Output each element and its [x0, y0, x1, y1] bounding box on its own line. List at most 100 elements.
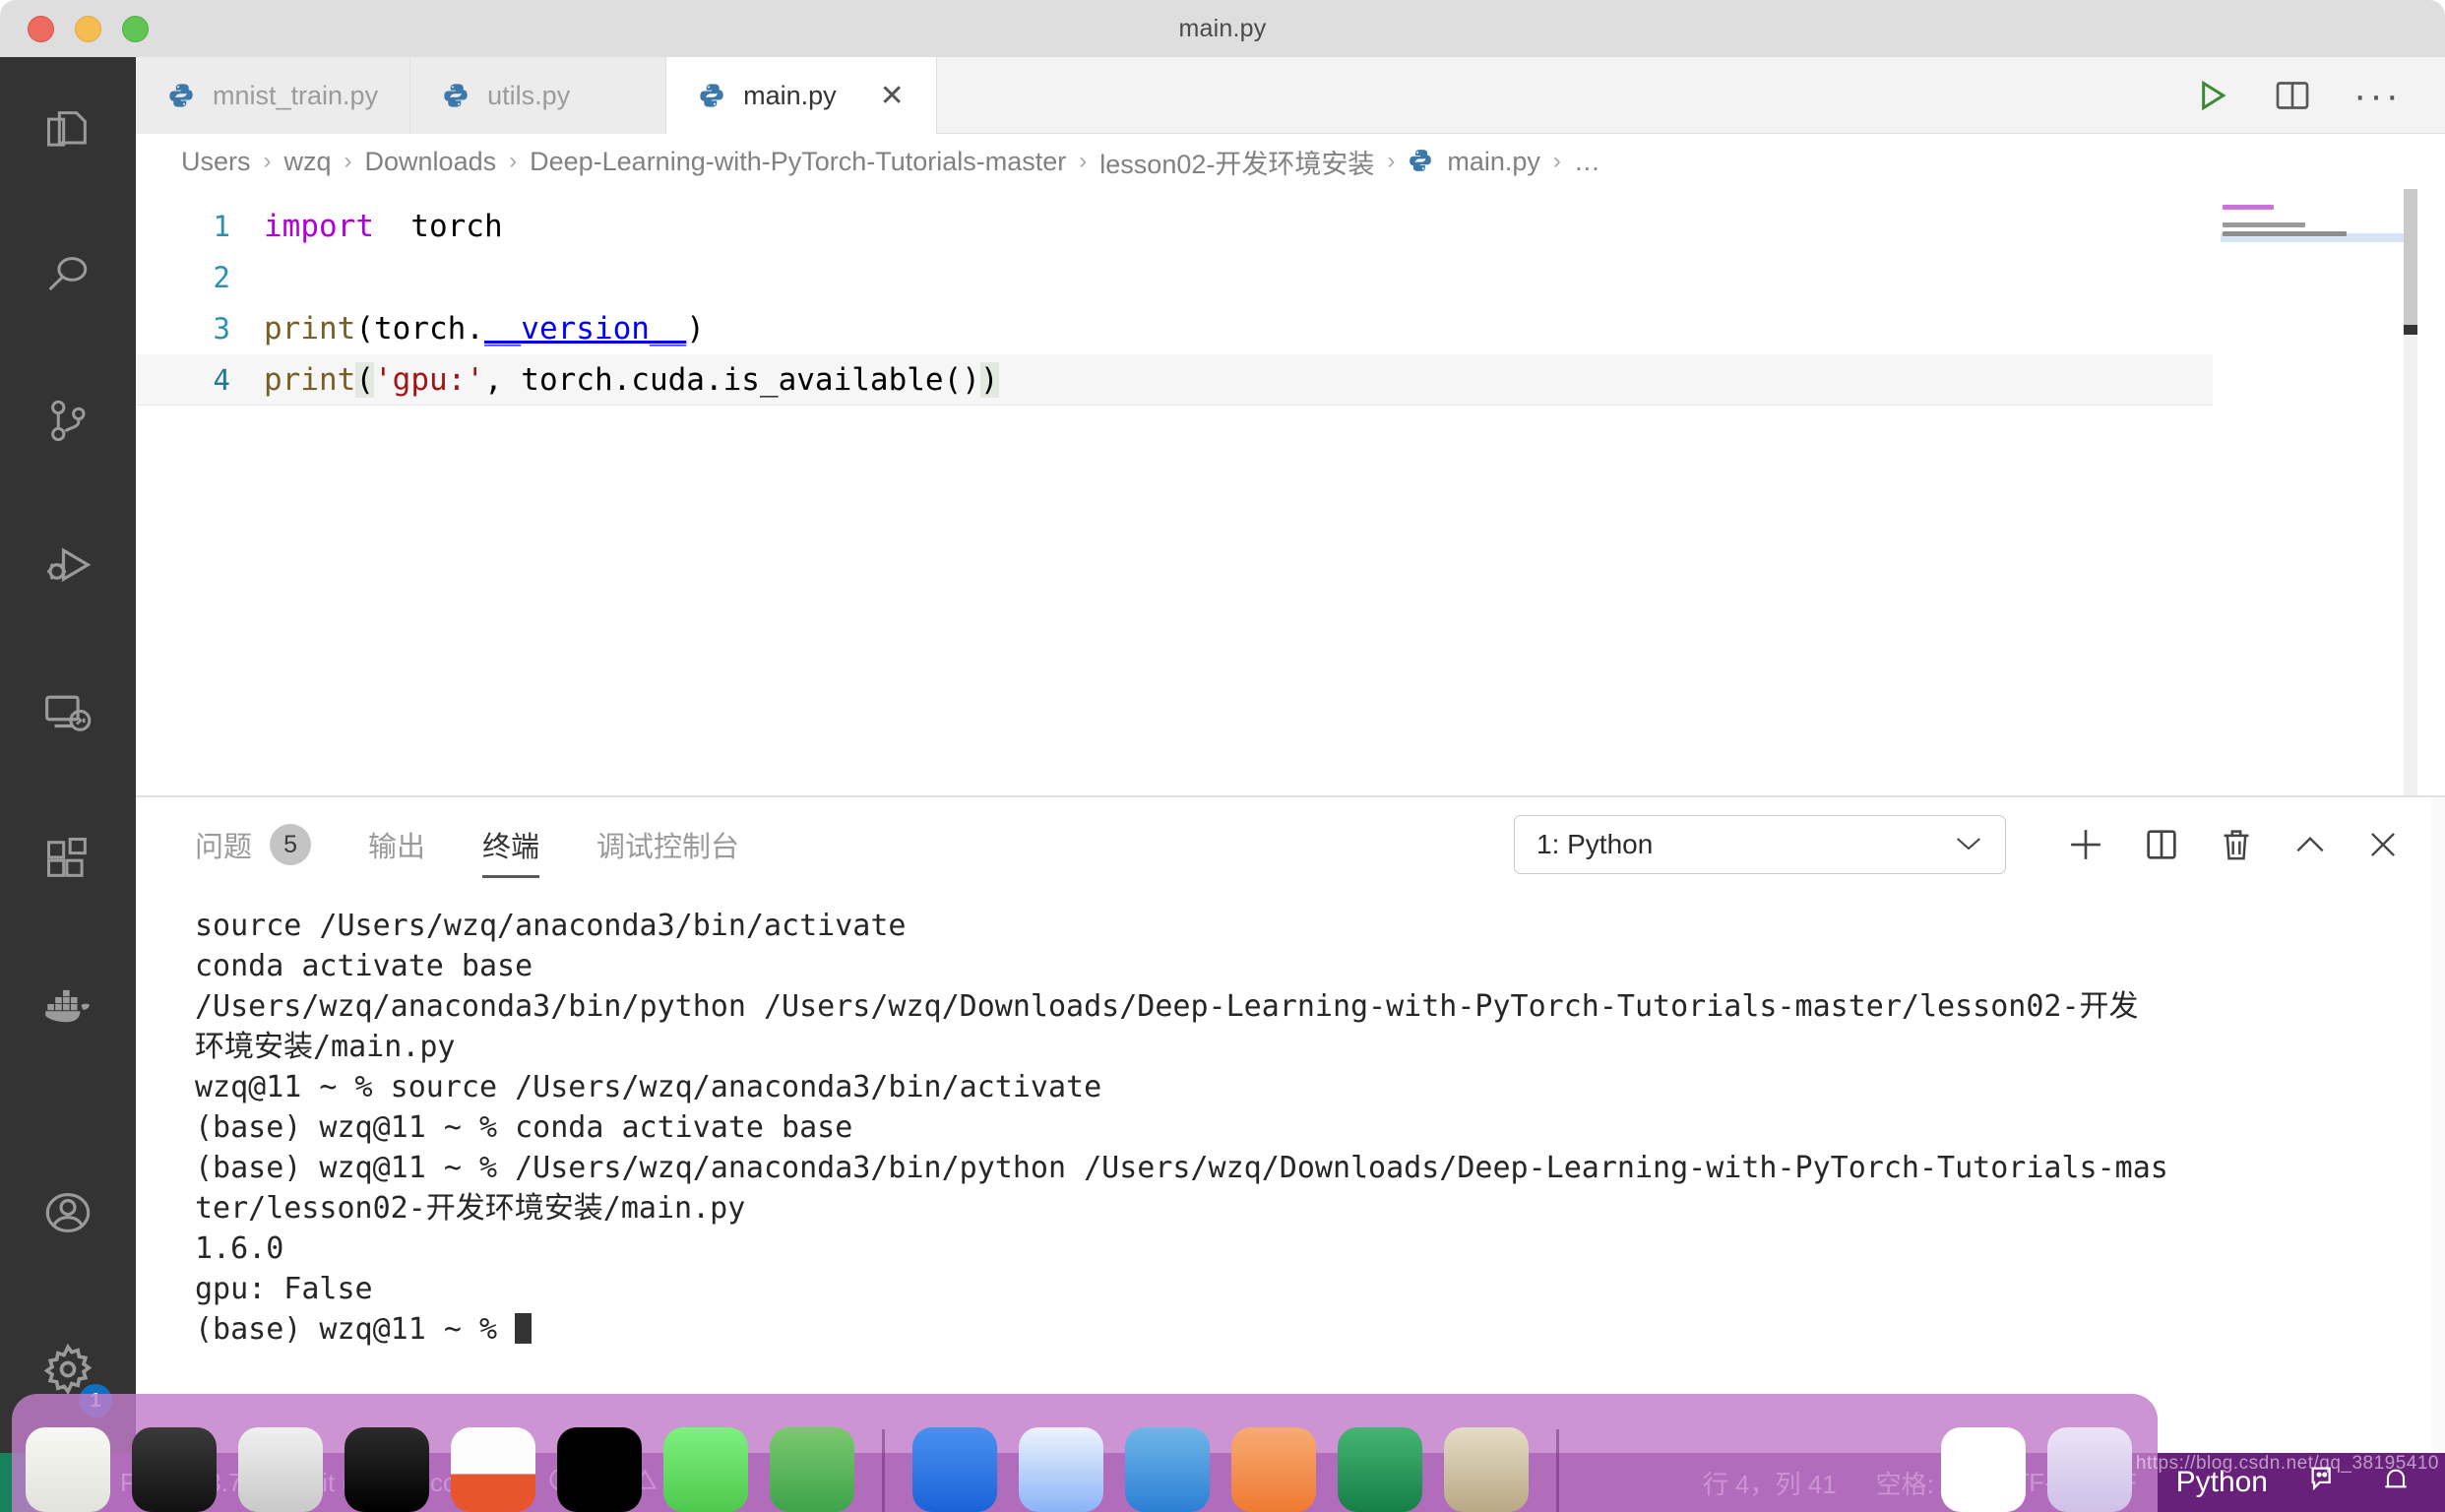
terminal-line: 1.6.0 [195, 1231, 284, 1266]
breadcrumb-separator: › [1079, 148, 1088, 174]
tab-main-py[interactable]: main.py ✕ [666, 57, 937, 134]
sidebar-item-remote-explorer[interactable] [0, 640, 136, 786]
sidebar-item-account[interactable] [0, 1140, 136, 1286]
dock-item[interactable] [345, 1427, 429, 1512]
more-actions-button[interactable]: ··· [2353, 76, 2402, 115]
line-number: 4 [213, 362, 230, 397]
terminal-line: 环境安装/main.py [195, 1030, 456, 1064]
breadcrumb-item-file[interactable]: main.py [1408, 147, 1540, 177]
search-icon [42, 249, 94, 302]
dock-item[interactable] [663, 1427, 748, 1512]
breadcrumb-file-label: main.py [1447, 146, 1540, 176]
code-line: 1 import torch [136, 201, 2213, 252]
line-number: 2 [213, 261, 230, 294]
terminal-line: (base) wzq@11 ~ % /Users/wzq/anaconda3/b… [195, 1151, 2168, 1185]
minimap-line [2223, 222, 2305, 227]
dock-item[interactable] [1019, 1427, 1103, 1512]
sidebar-item-explorer[interactable] [0, 57, 136, 203]
tab-label: mnist_train.py [213, 80, 379, 110]
code-token-bracket: ) [979, 361, 999, 398]
breadcrumb-separator: › [263, 148, 272, 174]
minimap[interactable] [2221, 189, 2417, 795]
terminal-line: (base) wzq@11 ~ % conda activate base [195, 1110, 853, 1145]
terminal-cursor [515, 1313, 533, 1344]
terminal-line: /Users/wzq/anaconda3/bin/python /Users/w… [195, 989, 2139, 1024]
terminal-line: wzq@11 ~ % source /Users/wzq/anaconda3/b… [195, 1070, 1102, 1104]
panel-tab-label: 调试控制台 [596, 832, 740, 863]
breadcrumb-overflow[interactable]: … [1574, 147, 1600, 177]
problems-count-badge: 5 [270, 824, 312, 865]
dock-item[interactable] [132, 1427, 217, 1512]
dock-item[interactable] [2047, 1427, 2132, 1512]
close-panel-button[interactable] [2364, 826, 2402, 863]
dock-item[interactable] [770, 1427, 854, 1512]
code-token: torch [373, 209, 503, 244]
dock-item[interactable] [238, 1427, 323, 1512]
minimap-line [2221, 214, 2417, 219]
scrollbar-thumb[interactable] [2404, 189, 2417, 325]
terminal-prompt: (base) wzq@11 ~ % [195, 1312, 516, 1347]
split-editor-button[interactable] [2273, 76, 2312, 115]
close-icon[interactable]: ✕ [880, 79, 905, 113]
breadcrumb-separator: › [344, 148, 352, 174]
dock-item[interactable] [1231, 1427, 1316, 1512]
dock-item[interactable] [1444, 1427, 1529, 1512]
code-token: import [264, 209, 374, 244]
breadcrumb-item-wzq[interactable]: wzq [284, 147, 332, 177]
source-control-icon [42, 395, 94, 448]
sidebar-item-search[interactable] [0, 203, 136, 348]
split-terminal-button[interactable] [2142, 825, 2181, 864]
terminal-scrollbar[interactable] [2431, 797, 2445, 1455]
watermark: https://blog.csdn.net/qq_38195410 [2135, 1453, 2439, 1474]
code-text: print('gpu:', torch.cuda.is_available()) [246, 361, 999, 398]
docker-icon [39, 981, 96, 1027]
code-token: (torch. [355, 311, 484, 346]
tab-problems[interactable]: 问题 5 [195, 797, 312, 892]
breadcrumb-separator: › [1552, 148, 1561, 174]
dock-item[interactable] [26, 1427, 110, 1512]
tab-utils-py[interactable]: utils.py [410, 57, 667, 134]
panel-tab-label: 终端 [482, 832, 540, 863]
sidebar-item-docker[interactable] [0, 931, 136, 1077]
tab-terminal[interactable]: 终端 [482, 797, 540, 892]
dock-item[interactable] [912, 1427, 997, 1512]
macos-dock[interactable] [12, 1394, 2158, 1512]
code-token: 'gpu:' [374, 361, 484, 398]
breadcrumb-item-users[interactable]: Users [181, 147, 251, 177]
line-number: 3 [213, 312, 230, 346]
chevron-down-icon [1954, 830, 1983, 860]
kill-terminal-button[interactable] [2217, 825, 2256, 864]
terminal-output[interactable]: source /Users/wzq/anaconda3/bin/activate… [136, 892, 2445, 1455]
sidebar-item-run-debug[interactable] [0, 494, 136, 640]
code-content: 1 import torch 2 3 print (torch.__version… [136, 201, 2213, 406]
maximize-panel-button[interactable] [2291, 826, 2329, 863]
panel-actions: 1: Python [1514, 815, 2445, 874]
breadcrumb-item-lesson02[interactable]: lesson02-开发环境安装 [1099, 143, 1374, 181]
code-token: , torch.cuda.is_available() [483, 361, 980, 398]
terminal-line: ter/lesson02-开发环境安装/main.py [195, 1191, 746, 1226]
dock-item[interactable] [557, 1427, 642, 1512]
minimap-line [2223, 205, 2274, 210]
terminal-select[interactable]: 1: Python [1514, 815, 2006, 874]
dock-item[interactable] [1941, 1427, 2026, 1512]
sidebar-item-source-control[interactable] [0, 348, 136, 494]
python-file-icon [698, 82, 725, 109]
editor-tab-bar: mnist_train.py utils.py main.py ✕ ··· [136, 57, 2445, 134]
breadcrumb: Users › wzq › Downloads › Deep-Learning-… [136, 134, 2445, 189]
breadcrumb-item-downloads[interactable]: Downloads [365, 147, 497, 177]
tab-debug-console[interactable]: 调试控制台 [596, 797, 739, 892]
tab-mnist_train-py[interactable]: mnist_train.py [136, 57, 411, 134]
breadcrumb-item-repo[interactable]: Deep-Learning-with-PyTorch-Tutorials-mas… [530, 147, 1066, 177]
new-terminal-button[interactable] [2065, 824, 2106, 865]
code-token: __version__ [483, 311, 687, 346]
editor-scrollbar[interactable] [2404, 189, 2417, 795]
line-number: 1 [213, 210, 230, 243]
dock-item[interactable] [1338, 1427, 1422, 1512]
tab-output[interactable]: 输出 [368, 797, 425, 892]
code-editor[interactable]: 1 import torch 2 3 print (torch.__version… [136, 189, 2445, 795]
run-python-file-button[interactable] [2192, 76, 2231, 115]
dock-item[interactable] [1125, 1427, 1210, 1512]
code-token: print [264, 361, 356, 398]
dock-item[interactable] [451, 1427, 535, 1512]
sidebar-item-extensions[interactable] [0, 786, 136, 931]
